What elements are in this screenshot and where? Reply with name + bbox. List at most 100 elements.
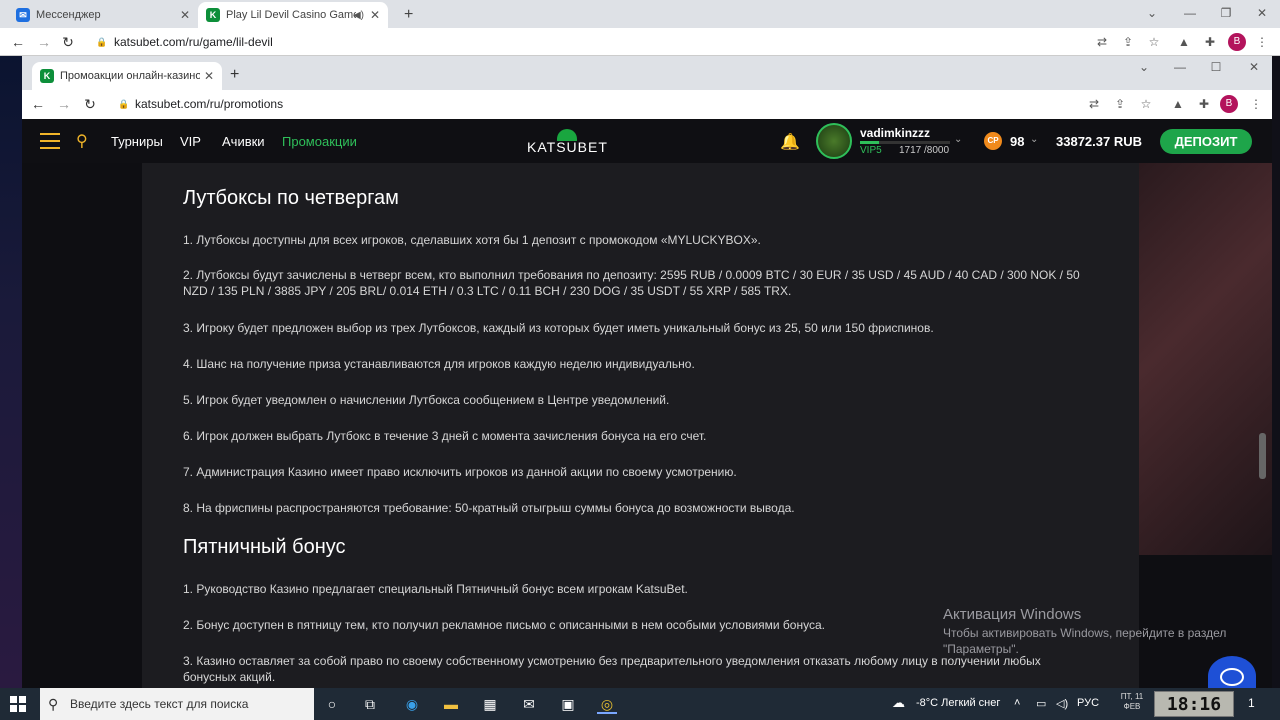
katsubet-logo[interactable]: KATSUBET — [527, 129, 607, 157]
page-scrollbar[interactable] — [1259, 433, 1266, 479]
translate-icon[interactable]: ⇄ — [1086, 96, 1102, 112]
close-icon[interactable]: ✕ — [180, 8, 190, 22]
bookmark-star-icon[interactable]: ☆ — [1146, 34, 1162, 50]
list-item: 7. Администрация Казино имеет право искл… — [183, 465, 737, 479]
user-avatar[interactable] — [816, 123, 852, 159]
mail-icon[interactable]: ✉ — [519, 694, 539, 714]
tab-title: Мессенджер — [36, 9, 101, 21]
chrome-icon[interactable]: ◎ — [597, 694, 617, 714]
list-item: 4. Шанс на получение приза устанавливают… — [183, 357, 695, 371]
nav-achievements[interactable]: Ачивки — [222, 134, 265, 149]
maximize-button[interactable]: ❐ — [1208, 0, 1244, 26]
back-button[interactable]: ← — [8, 32, 28, 52]
list-item: 2. Лутбоксы будут зачислены в четверг вс… — [183, 268, 1080, 298]
puzzle-icon[interactable]: ✚ — [1196, 96, 1212, 112]
taskbar-search[interactable]: ⚲ Введите здесь текст для поиска — [40, 688, 314, 720]
vip-level: VIP5 — [860, 145, 882, 156]
clock-time[interactable]: 18:16 — [1154, 691, 1234, 717]
notification-bell-icon[interactable]: 🔔 — [780, 132, 800, 152]
forward-button[interactable]: → — [34, 32, 54, 52]
tab-search-icon[interactable]: ⌄ — [1126, 56, 1162, 78]
puzzle-icon[interactable]: ✚ — [1202, 34, 1218, 50]
reload-button[interactable]: ↻ — [58, 32, 78, 52]
site-header: ⚲ Турниры VIP Ачивки Промоакции KATSUBET… — [22, 119, 1272, 163]
task-view-icon[interactable]: ⧉ — [360, 694, 380, 714]
speaker-icon[interactable]: ◀) — [353, 10, 364, 21]
close-window-button[interactable]: ✕ — [1244, 0, 1280, 26]
weather-icon[interactable]: ☁ — [892, 695, 905, 711]
nav-promotions[interactable]: Промоакции — [282, 134, 357, 149]
new-tab-button[interactable]: + — [230, 66, 239, 84]
forward-button[interactable]: → — [54, 94, 74, 114]
lock-icon: 🔒 — [96, 37, 108, 47]
close-window-button[interactable]: ✕ — [1236, 56, 1272, 78]
chevron-down-icon[interactable]: ⌄ — [954, 134, 962, 145]
section-title-friday-bonus: Пятничный бонус — [183, 536, 346, 558]
close-icon[interactable]: ✕ — [204, 69, 214, 83]
search-icon[interactable]: ⚲ — [76, 131, 88, 151]
outer-tab-messenger[interactable]: ✉ Мессенджер ✕ — [8, 2, 198, 28]
list-item: 3. Казино оставляет за собой право по св… — [183, 654, 1041, 684]
volume-icon[interactable]: ◁) — [1056, 697, 1068, 710]
coin-count[interactable]: 98 — [1010, 134, 1024, 149]
profile-avatar[interactable]: B — [1220, 95, 1238, 113]
tab-search-icon[interactable]: ⌄ — [1134, 0, 1170, 26]
katsubet-site: Лутбоксы по четвергам 1. Лутбоксы доступ… — [22, 119, 1272, 688]
desktop-wallpaper — [0, 56, 22, 688]
hamburger-menu-icon[interactable] — [40, 133, 60, 149]
url-field[interactable]: katsubet.com/ru/promotions — [135, 97, 283, 111]
bookmark-star-icon[interactable]: ☆ — [1138, 96, 1154, 112]
file-explorer-icon[interactable]: ▬ — [441, 694, 461, 714]
menu-dots-icon[interactable]: ⋮ — [1254, 34, 1270, 50]
katsubet-favicon: K — [206, 8, 220, 22]
extension-icon[interactable]: ▲ — [1170, 96, 1186, 112]
list-item: 1. Лутбоксы доступны для всех игроков, с… — [183, 233, 761, 247]
network-icon[interactable]: ▭ — [1036, 697, 1046, 710]
inner-address-bar: ← → ↻ 🔒 katsubet.com/ru/promotions ⇄ ⇪ ☆… — [22, 90, 1272, 119]
notification-center-icon[interactable]: 1 — [1248, 696, 1255, 710]
messenger-icon: ✉ — [16, 8, 30, 22]
xp-progress-fill — [860, 141, 879, 144]
username[interactable]: vadimkinzzz — [860, 126, 930, 140]
list-item: 1. Руководство Казино предлагает специал… — [183, 582, 688, 596]
clock-date[interactable]: ПТ, 11 ФЕВ — [1114, 692, 1150, 712]
menu-dots-icon[interactable]: ⋮ — [1248, 96, 1264, 112]
maximize-button[interactable]: ☐ — [1198, 56, 1234, 78]
back-button[interactable]: ← — [28, 94, 48, 114]
list-item: 8. На фриспины распространяются требован… — [183, 501, 795, 515]
nav-tournaments[interactable]: Турниры — [111, 134, 163, 149]
list-item: 6. Игрок должен выбрать Лутбокс в течени… — [183, 429, 707, 443]
windows-start-icon[interactable] — [10, 696, 26, 712]
new-tab-button[interactable]: + — [396, 2, 421, 28]
chevron-down-icon[interactable]: ⌄ — [1030, 134, 1038, 145]
weather-text[interactable]: -8°C Легкий снег — [916, 697, 1000, 709]
translate-icon[interactable]: ⇄ — [1094, 34, 1110, 50]
language-indicator[interactable]: РУС — [1077, 697, 1099, 709]
chat-bubble-icon — [1220, 668, 1244, 686]
url-field[interactable]: katsubet.com/ru/game/lil-devil — [114, 35, 273, 49]
share-icon[interactable]: ⇪ — [1120, 34, 1136, 50]
profile-avatar[interactable]: B — [1228, 33, 1246, 51]
app-icon[interactable]: ▣ — [558, 694, 578, 714]
minimize-button[interactable]: — — [1162, 56, 1198, 78]
tab-title: Промоакции онлайн-казино | К — [60, 70, 200, 82]
cortana-icon[interactable]: ○ — [322, 694, 342, 714]
reload-button[interactable]: ↻ — [80, 94, 100, 114]
deposit-button[interactable]: ДЕПОЗИТ — [1160, 129, 1252, 154]
balance[interactable]: 33872.37 RUB — [1056, 134, 1142, 149]
outer-tab-lil-devil[interactable]: K Play Lil Devil Casino Game O ◀) ✕ — [198, 2, 388, 28]
edge-icon[interactable]: ◉ — [402, 694, 422, 714]
list-item: 3. Игроку будет предложен выбор из трех … — [183, 321, 934, 335]
nav-vip[interactable]: VIP — [180, 134, 201, 149]
share-icon[interactable]: ⇪ — [1112, 96, 1128, 112]
xp-progress-bar — [860, 141, 950, 144]
minimize-button[interactable]: — — [1172, 0, 1208, 26]
chevron-up-icon[interactable]: ˄ — [1014, 697, 1020, 709]
coin-icon: CP — [984, 132, 1002, 150]
inner-tab-promotions[interactable]: K Промоакции онлайн-казино | К ✕ — [32, 62, 222, 90]
search-placeholder: Введите здесь текст для поиска — [70, 697, 249, 711]
list-item: 5. Игрок будет уведомлен о начислении Лу… — [183, 393, 670, 407]
close-icon[interactable]: ✕ — [370, 8, 380, 22]
extension-icon[interactable]: ▲ — [1176, 34, 1192, 50]
store-icon[interactable]: ▦ — [480, 694, 500, 714]
